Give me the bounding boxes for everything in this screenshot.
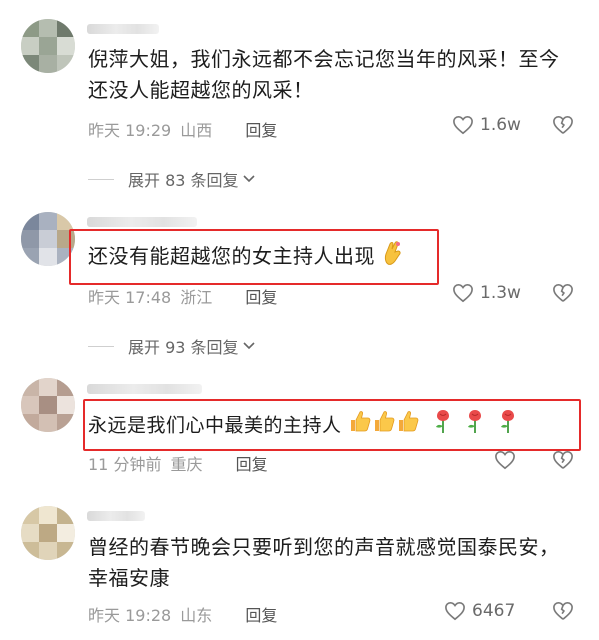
username-blurred[interactable] xyxy=(87,217,197,227)
heart-icon xyxy=(495,450,515,470)
comment-time: 昨天 17:48 xyxy=(88,288,172,307)
like-button[interactable] xyxy=(494,450,522,470)
expand-replies-button[interactable]: 展开 83 条回复 xyxy=(88,167,256,191)
avatar-pixel xyxy=(39,396,57,414)
broken-heart-icon xyxy=(553,115,573,134)
comment-location: 山东 xyxy=(180,606,213,625)
avatar-pixel xyxy=(57,55,75,73)
dislike-button[interactable] xyxy=(552,115,574,139)
avatar-pixel xyxy=(21,230,39,248)
comment-text: 曾经的春节晚会只要听到您的声音就感觉国泰民安，幸福安康 xyxy=(88,535,560,590)
like-button[interactable]: 6467 xyxy=(444,601,515,621)
avatar-pixel xyxy=(21,19,39,37)
heart-icon xyxy=(453,283,473,303)
avatar-pixel xyxy=(57,37,75,55)
username-blurred[interactable] xyxy=(87,511,145,521)
like-button[interactable]: 1.6w xyxy=(452,115,521,135)
like-count: 1.6w xyxy=(480,115,521,135)
like-button[interactable]: 1.3w xyxy=(452,283,521,303)
chevron-down-icon xyxy=(242,342,255,350)
dislike-button[interactable] xyxy=(552,283,574,307)
avatar-pixel xyxy=(39,55,57,73)
dislike-button[interactable] xyxy=(552,450,574,474)
avatar-pixel xyxy=(39,230,57,248)
reply-button[interactable]: 回复 xyxy=(236,455,268,474)
avatar-pixel xyxy=(57,19,75,37)
avatar-pixel xyxy=(21,396,39,414)
avatar-pixel xyxy=(57,542,75,560)
heart-icon xyxy=(453,115,473,135)
comment-time: 11 分钟前 xyxy=(88,455,162,474)
heart-icon xyxy=(445,601,465,621)
broken-heart-icon xyxy=(553,601,573,620)
comment-meta: 昨天 19:29 山西 回复 xyxy=(88,117,277,141)
avatar-pixel xyxy=(21,414,39,432)
avatar-pixel xyxy=(21,212,39,230)
expand-replies-button[interactable]: 展开 93 条回复 xyxy=(88,334,256,358)
broken-heart-icon xyxy=(553,450,573,469)
comment-meta: 昨天 17:48 浙江 回复 xyxy=(88,284,277,308)
comment-text: 倪萍大姐，我们永远都不会忘记您当年的风采！至今还没人能超越您的风采！ xyxy=(88,47,560,102)
like-count: 1.3w xyxy=(480,283,521,303)
comment-time: 昨天 19:29 xyxy=(88,121,172,140)
divider-line xyxy=(88,345,114,347)
avatar-pixel xyxy=(57,414,75,432)
expand-replies-label: 展开 83 条回复 xyxy=(128,171,239,190)
comment-meta: 11 分钟前 重庆 回复 xyxy=(88,451,268,475)
avatar-pixel xyxy=(21,248,39,266)
avatar-pixel xyxy=(57,212,75,230)
comment-location: 浙江 xyxy=(180,288,213,307)
reply-button[interactable]: 回复 xyxy=(245,288,277,307)
comment-time: 昨天 19:28 xyxy=(88,606,172,625)
username-blurred[interactable] xyxy=(87,384,202,394)
avatar-pixel xyxy=(39,414,57,432)
avatar-pixel xyxy=(39,248,57,266)
avatar-pixel xyxy=(39,212,57,230)
avatar-pixel xyxy=(21,524,39,542)
avatar-pixel xyxy=(21,542,39,560)
expand-replies-label: 展开 93 条回复 xyxy=(128,338,239,357)
avatar-pixel xyxy=(57,378,75,396)
dislike-button[interactable] xyxy=(552,601,574,625)
avatar-pixel xyxy=(39,542,57,560)
comment-location: 山西 xyxy=(180,121,213,140)
like-count: 6467 xyxy=(472,601,516,621)
avatar[interactable] xyxy=(21,378,75,432)
avatar[interactable] xyxy=(21,212,75,266)
avatar[interactable] xyxy=(21,19,75,73)
reply-button[interactable]: 回复 xyxy=(245,606,277,625)
username-blurred[interactable] xyxy=(87,24,159,34)
avatar-pixel xyxy=(57,506,75,524)
broken-heart-icon xyxy=(553,283,573,302)
avatar[interactable] xyxy=(21,506,75,560)
avatar-pixel xyxy=(39,19,57,37)
avatar-pixel xyxy=(21,506,39,524)
avatar-pixel xyxy=(21,378,39,396)
avatar-pixel xyxy=(57,396,75,414)
avatar-pixel xyxy=(39,524,57,542)
avatar-pixel xyxy=(39,506,57,524)
reply-button[interactable]: 回复 xyxy=(245,121,277,140)
avatar-pixel xyxy=(39,37,57,55)
comment-location: 重庆 xyxy=(170,455,203,474)
chevron-down-icon xyxy=(242,175,255,183)
avatar-pixel xyxy=(57,524,75,542)
divider-line xyxy=(88,178,114,180)
avatar-pixel xyxy=(39,378,57,396)
highlight-box xyxy=(83,399,581,451)
avatar-pixel xyxy=(21,37,39,55)
highlight-box xyxy=(69,229,439,285)
comment-meta: 昨天 19:28 山东 回复 xyxy=(88,602,277,626)
avatar-pixel xyxy=(21,55,39,73)
